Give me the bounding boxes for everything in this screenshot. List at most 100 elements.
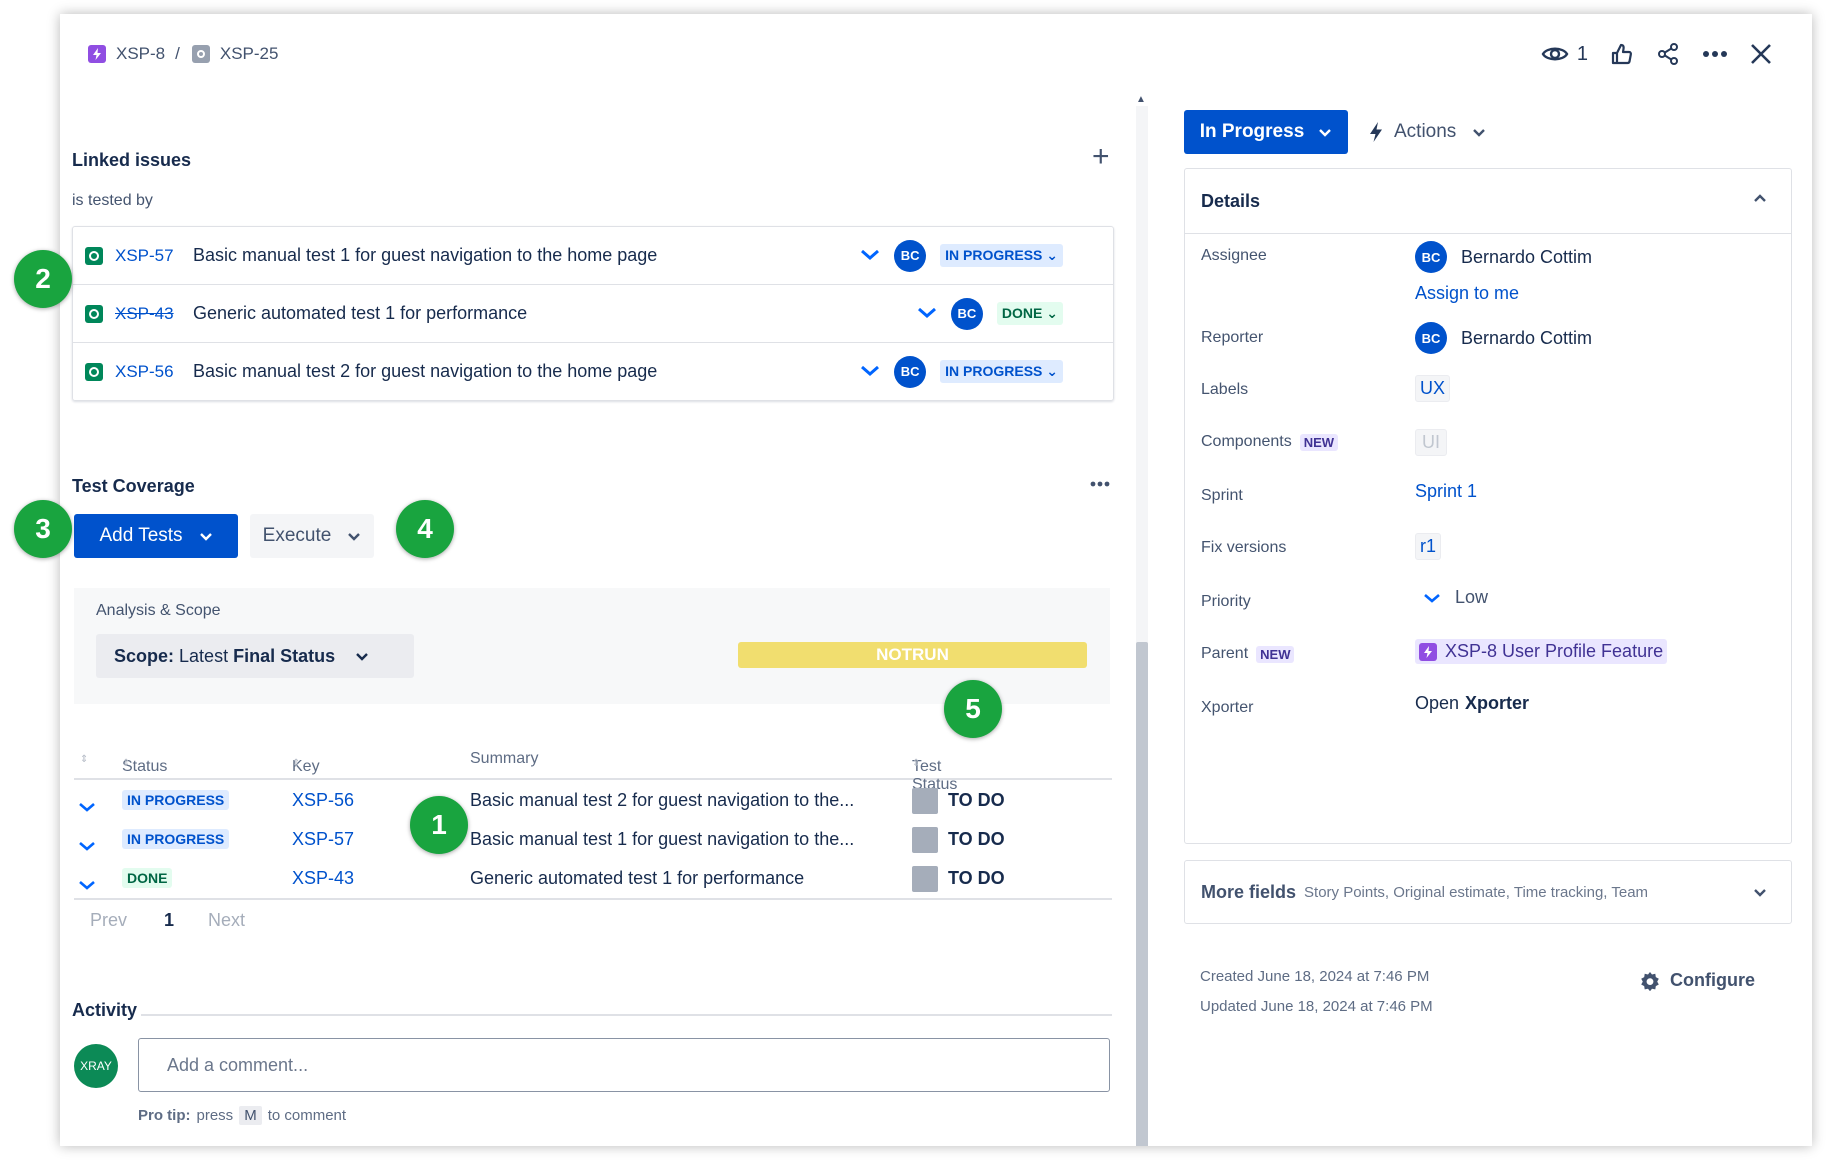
labels-label: Labels: [1201, 381, 1249, 398]
avatar[interactable]: BC: [894, 239, 927, 272]
test-issue-icon: [85, 246, 103, 265]
linked-issue-summary[interactable]: Generic automated test 1 for performance: [193, 303, 527, 324]
epic-icon: [88, 45, 106, 63]
breadcrumb: XSP-8 / XSP-25: [88, 44, 278, 64]
actions-button[interactable]: Actions: [1368, 110, 1486, 154]
callout-badge-3: 3: [14, 500, 72, 558]
status-dropdown[interactable]: IN PROGRESS ⌄: [940, 360, 1063, 383]
scroll-up-icon[interactable]: ▲: [1136, 94, 1146, 105]
pager-next[interactable]: Next: [208, 910, 245, 931]
issue-key-link[interactable]: XSP-56: [292, 790, 354, 811]
scope-mid: Latest: [179, 645, 229, 666]
share-button[interactable]: [1656, 42, 1680, 66]
sort-icon: ⇕: [912, 758, 921, 769]
linked-issue-summary[interactable]: Basic manual test 1 for guest navigation…: [193, 245, 657, 266]
linked-issue-key[interactable]: XSP-57: [115, 246, 193, 266]
share-icon: [1658, 43, 1678, 65]
sort-icon: ⇕: [122, 758, 131, 769]
callout-badge-1: 1: [410, 796, 468, 854]
actions-label: Actions: [1394, 121, 1457, 142]
priority-low-icon: [78, 835, 96, 856]
scroll-thumb[interactable]: [1136, 642, 1148, 1146]
table-row[interactable]: IN PROGRESS XSP-56 Basic manual test 2 f…: [74, 782, 1112, 821]
coverage-more-button[interactable]: [1090, 474, 1110, 492]
test-issue-icon: [85, 362, 103, 381]
assignee-value[interactable]: BC Bernardo Cottim: [1415, 241, 1592, 273]
chevron-down-icon: [1754, 888, 1766, 897]
shortcut-key: M: [239, 1106, 262, 1125]
callout-badge-2: 2: [14, 250, 72, 308]
component-tag[interactable]: UI: [1415, 429, 1447, 456]
fix-versions-value[interactable]: r1: [1415, 533, 1442, 560]
breadcrumb-current-link[interactable]: XSP-25: [220, 44, 279, 64]
col-summary: Summary: [470, 750, 539, 767]
issue-summary: Basic manual test 2 for guest navigation…: [470, 790, 855, 810]
open-xporter-link[interactable]: Open Xporter: [1415, 693, 1529, 714]
linked-issue-row[interactable]: XSP-57 Basic manual test 1 for guest nav…: [73, 227, 1113, 285]
avatar[interactable]: BC: [894, 355, 927, 388]
reporter-label: Reporter: [1201, 329, 1264, 346]
assign-to-me-link[interactable]: Assign to me: [1415, 283, 1519, 304]
test-status-label: TO DO: [948, 829, 1005, 849]
xporter-name: Xporter: [1465, 693, 1530, 713]
more-fields-title: More fields: [1201, 881, 1297, 902]
priority-value[interactable]: Low: [1423, 587, 1488, 608]
details-title: Details: [1201, 190, 1261, 211]
comment-input[interactable]: Add a comment...: [138, 1038, 1110, 1092]
status-dropdown[interactable]: DONE ⌄: [996, 302, 1063, 325]
avatar: BC: [1415, 322, 1447, 354]
table-row[interactable]: DONE XSP-43 Generic automated test 1 for…: [74, 860, 1112, 899]
parent-link[interactable]: XSP-8 User Profile Feature: [1415, 639, 1668, 664]
avatar[interactable]: BC: [950, 297, 983, 330]
linked-issue-row[interactable]: XSP-56 Basic manual test 2 for guest nav…: [73, 343, 1113, 400]
configure-button[interactable]: Configure: [1640, 970, 1755, 991]
sort-icon[interactable]: ⇕: [80, 754, 88, 765]
execute-button[interactable]: Execute: [250, 514, 374, 558]
pro-tip-press: press: [196, 1107, 234, 1124]
new-badge: NEW: [1299, 433, 1339, 451]
pro-tip-label: Pro tip:: [138, 1107, 191, 1124]
updated-date: Updated June 18, 2024 at 7:46 PM: [1200, 998, 1433, 1015]
linked-issue-row[interactable]: XSP-43 Generic automated test 1 for perf…: [73, 285, 1113, 343]
more-fields-section[interactable]: More fields Story Points, Original estim…: [1184, 860, 1792, 924]
label-tag[interactable]: UX: [1415, 375, 1451, 402]
priority-low-icon: [860, 244, 880, 267]
reporter-name: Bernardo Cottim: [1461, 327, 1593, 348]
linked-issue-key[interactable]: XSP-43: [115, 304, 193, 324]
parent-value[interactable]: XSP-8 User Profile Feature: [1415, 639, 1668, 664]
like-button[interactable]: [1610, 42, 1634, 66]
more-actions-button[interactable]: [1702, 50, 1728, 58]
add-link-button[interactable]: +: [1092, 140, 1110, 174]
linked-issue-key[interactable]: XSP-56: [115, 362, 193, 382]
main-scrollbar[interactable]: ▲: [1132, 94, 1152, 1146]
scope-dropdown[interactable]: Scope: Latest Final Status: [96, 634, 414, 678]
activity-divider: [72, 1014, 1112, 1016]
add-tests-button[interactable]: Add Tests: [74, 514, 238, 558]
pager-prev[interactable]: Prev: [90, 910, 127, 931]
components-value[interactable]: UI: [1415, 429, 1447, 456]
status-dropdown[interactable]: IN PROGRESS ⌄: [940, 244, 1063, 267]
activity-title: Activity: [72, 1000, 142, 1021]
issue-key-link[interactable]: XSP-43: [292, 868, 354, 889]
close-button[interactable]: [1750, 43, 1772, 65]
status-label: In Progress: [1199, 121, 1305, 142]
status-transition-button[interactable]: In Progress: [1184, 110, 1348, 154]
reporter-value[interactable]: BC Bernardo Cottim: [1415, 322, 1592, 354]
details-header[interactable]: Details: [1185, 169, 1791, 234]
breadcrumb-separator: /: [175, 44, 180, 63]
watch-button[interactable]: 1: [1541, 43, 1588, 66]
chevron-down-icon: [199, 532, 212, 541]
labels-value[interactable]: UX: [1415, 375, 1451, 402]
priority-low-icon: [78, 796, 96, 817]
version-tag[interactable]: r1: [1415, 533, 1442, 560]
chevron-up-icon[interactable]: [1753, 187, 1767, 208]
table-row[interactable]: IN PROGRESS XSP-57 Basic manual test 1 f…: [74, 821, 1112, 860]
pager-page[interactable]: 1: [164, 910, 174, 931]
linked-issue-summary[interactable]: Basic manual test 2 for guest navigation…: [193, 361, 657, 382]
breadcrumb-parent-link[interactable]: XSP-8: [116, 44, 165, 64]
issue-key-link[interactable]: XSP-57: [292, 829, 354, 850]
sprint-link[interactable]: Sprint 1: [1415, 481, 1477, 502]
status-label: IN PROGRESS: [945, 363, 1043, 379]
status-lozenge: IN PROGRESS: [122, 829, 230, 849]
test-coverage-title: Test Coverage: [72, 476, 195, 496]
